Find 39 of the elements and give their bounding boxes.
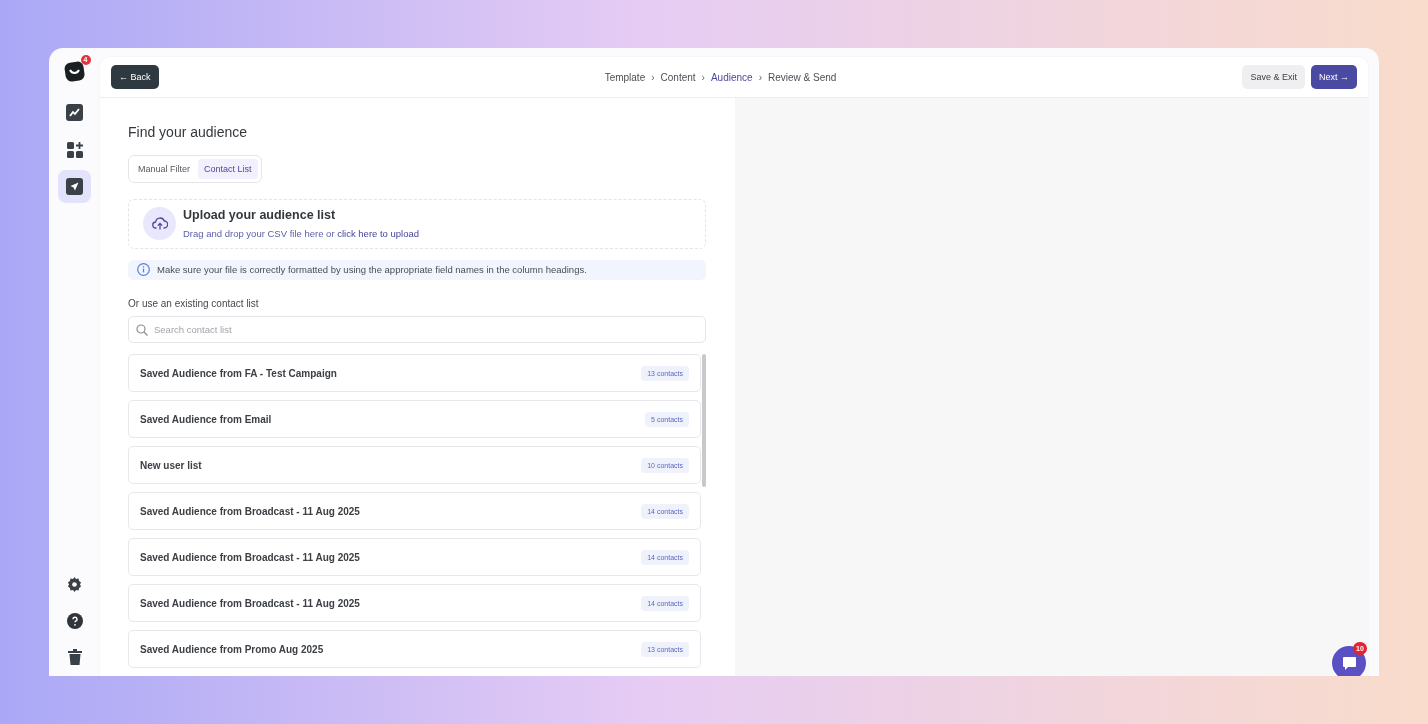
breadcrumb-separator: › xyxy=(701,71,705,83)
breadcrumb-separator: › xyxy=(651,71,655,83)
breadcrumb-separator: › xyxy=(758,71,762,83)
page-title: Find your audience xyxy=(128,124,249,140)
list-name: Saved Audience from Broadcast - 11 Aug 2025 xyxy=(140,551,360,563)
info-text: Make sure your file is correctly formatted by using the appropriate field names in the column headings. xyxy=(157,264,587,276)
settings-icon xyxy=(67,577,82,592)
tab[interactable]: Contact List xyxy=(198,159,258,179)
trash-icon xyxy=(67,648,82,665)
breadcrumb-step[interactable]: Review & Send xyxy=(767,71,837,83)
info-icon xyxy=(137,263,150,277)
breadcrumb-step[interactable]: Audience xyxy=(710,71,753,83)
cloud-upload-icon xyxy=(151,217,168,231)
search-field[interactable]: Search contact list xyxy=(128,316,706,343)
upload-title: Upload your audience list xyxy=(183,208,337,223)
send-icon xyxy=(66,178,83,195)
next-button[interactable]: Next → xyxy=(1311,65,1357,89)
list-name: Saved Audience from Broadcast - 11 Aug 2025 xyxy=(140,505,360,517)
list-name: Saved Audience from Promo Aug 2025 xyxy=(140,643,324,655)
breadcrumb-step[interactable]: Template xyxy=(604,71,646,83)
list-name: Saved Audience from Email xyxy=(140,413,272,425)
help-icon xyxy=(66,612,83,629)
list-name: New user list xyxy=(140,459,202,471)
upload-instructions: Drag and drop your CSV file here or click here to upload xyxy=(183,228,420,240)
chat-bubble-icon xyxy=(1341,655,1357,671)
save-exit-button[interactable]: Save & Exit xyxy=(1242,65,1305,89)
upload-link[interactable]: click here to upload xyxy=(337,228,420,240)
upload-dropzone[interactable]: Upload your audience list Drag and drop your CSV file here or click here to upload xyxy=(128,199,706,249)
list-name: Saved Audience from Broadcast - 11 Aug 2025 xyxy=(140,597,360,609)
list-name: Saved Audience from FA - Test Campaign xyxy=(140,367,337,379)
sidebar-nav-item[interactable] xyxy=(58,170,91,203)
scrollbar-thumb[interactable] xyxy=(702,354,706,487)
app-logo-icon xyxy=(63,60,86,82)
section-label: Or use an existing contact list xyxy=(128,298,260,309)
tab[interactable]: Manual Filter xyxy=(132,159,197,179)
trend-chart-icon xyxy=(66,104,83,121)
breadcrumb-step[interactable]: Content xyxy=(660,71,696,83)
apps-add-icon xyxy=(66,141,83,158)
back-button[interactable]: ← Back xyxy=(111,65,159,89)
